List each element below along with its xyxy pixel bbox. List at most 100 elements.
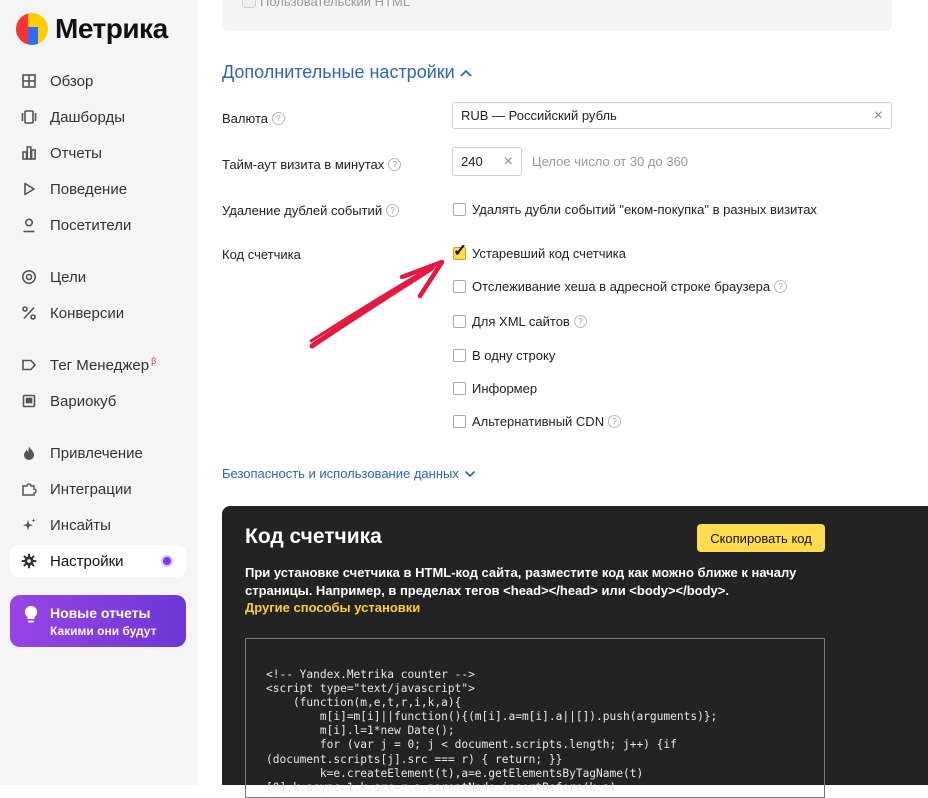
- section-title: Дополнительные настройки: [222, 62, 455, 82]
- cube-icon: [21, 393, 37, 409]
- dedup-checkbox[interactable]: [453, 203, 466, 216]
- chevron-down-icon: [464, 470, 475, 477]
- sidebar-item-label: Цели: [50, 268, 87, 286]
- one-line-checkbox[interactable]: [453, 349, 466, 362]
- sidebar-item-label: Посетители: [50, 216, 132, 234]
- percent-icon: [21, 305, 37, 321]
- dedup-label-text: Удаление дублей событий: [222, 203, 383, 218]
- hash-tracking-option[interactable]: Отслеживание хеша в адресной строке брау…: [453, 279, 788, 294]
- legacy-code-option[interactable]: ✓ Устаревший код счетчика: [453, 241, 626, 261]
- grid-icon: [21, 73, 37, 89]
- new-reports-promo[interactable]: Новые отчеты Какими они будут: [10, 595, 186, 647]
- security-data-toggle[interactable]: Безопасность и использование данных: [222, 466, 476, 481]
- counter-code-label: Код счетчика: [222, 247, 301, 262]
- promo-subtitle: Какими они будут: [50, 624, 157, 638]
- alt-cdn-option[interactable]: Альтернативный CDN ?: [453, 414, 622, 429]
- tag-manager-label: Тег Менеджер: [50, 357, 150, 374]
- previous-settings-block: Пользовательский HTML: [222, 0, 892, 31]
- help-icon[interactable]: ?: [386, 204, 400, 217]
- currency-label-text: Валюта: [222, 111, 268, 126]
- sidebar-item-conversions[interactable]: Конверсии: [10, 297, 186, 329]
- clear-icon[interactable]: ×: [504, 153, 513, 171]
- clear-icon[interactable]: ×: [874, 107, 883, 125]
- option-label: Отслеживание хеша в адресной строке брау…: [472, 279, 771, 294]
- brand-name: Метрика: [55, 13, 168, 44]
- tag-icon: [21, 357, 37, 373]
- legacy-code-checkbox[interactable]: ✓: [453, 241, 467, 260]
- option-label: Альтернативный CDN: [472, 414, 605, 429]
- custom-html-checkbox[interactable]: [242, 0, 256, 8]
- brand-logo[interactable]: Метрика: [16, 13, 168, 45]
- sidebar-item-label: Дашборды: [50, 108, 125, 126]
- sidebar-item-settings[interactable]: Настройки: [10, 545, 186, 577]
- currency-select[interactable]: RUB — Российский рубль ×: [452, 102, 892, 129]
- dedup-label: Удаление дублей событий?: [222, 203, 400, 218]
- additional-settings-toggle[interactable]: Дополнительные настройки: [222, 62, 473, 83]
- sidebar-item-insights[interactable]: Инсайты: [10, 509, 186, 541]
- metrika-logo-icon: [16, 13, 48, 45]
- chevron-up-icon: [460, 69, 472, 77]
- sidebar-item-label: Инсайты: [50, 516, 111, 534]
- sidebar-item-reports[interactable]: Отчеты: [10, 137, 186, 169]
- sidebar-item-acquisition[interactable]: Привлечение: [10, 437, 186, 469]
- bar-chart-icon: [21, 145, 37, 161]
- sidebar-item-label: Поведение: [50, 180, 128, 198]
- sidebar-item-behavior[interactable]: Поведение: [10, 173, 186, 205]
- custom-html-label: Пользовательский HTML: [260, 0, 411, 9]
- dedup-option[interactable]: Удалять дубли событий "еком-покупка" в р…: [453, 202, 817, 217]
- sidebar-item-label: Конверсии: [50, 304, 125, 322]
- flame-icon: [21, 445, 37, 461]
- xml-sites-checkbox[interactable]: [453, 315, 466, 328]
- timeout-hint: Целое число от 30 до 360: [532, 154, 689, 169]
- sparkle-icon: [21, 517, 37, 533]
- code-snippet: <!-- Yandex.Metrika counter --> <script …: [266, 668, 718, 794]
- sidebar: Метрика Обзор Дашборды Отчеты Поведение …: [0, 0, 198, 785]
- timeout-label-text: Тайм-аут визита в минутах: [222, 157, 385, 172]
- sidebar-item-label: Привлечение: [50, 444, 143, 462]
- timeout-input[interactable]: 240 ×: [452, 147, 522, 176]
- sidebar-item-overview[interactable]: Обзор: [10, 65, 186, 97]
- help-icon[interactable]: ?: [573, 315, 587, 328]
- option-label: В одну строку: [472, 348, 556, 363]
- beta-badge: β: [151, 356, 157, 366]
- checkmark-icon: ✓: [453, 241, 468, 260]
- sidebar-item-label: Интеграции: [50, 480, 132, 498]
- other-install-methods-link[interactable]: Другие способы установки: [245, 600, 420, 615]
- gear-icon: [21, 553, 37, 569]
- sidebar-item-label: Настройки: [50, 552, 124, 570]
- sidebar-item-integrations[interactable]: Интеграции: [10, 473, 186, 505]
- timeout-value: 240: [461, 154, 483, 169]
- hash-tracking-checkbox[interactable]: [453, 280, 466, 293]
- sidebar-item-goals[interactable]: Цели: [10, 261, 186, 293]
- lightbulb-icon: [24, 605, 38, 623]
- informer-option[interactable]: Информер: [453, 381, 537, 396]
- dashboards-icon: [21, 109, 37, 125]
- sidebar-item-label: Вариокуб: [50, 392, 117, 410]
- sidebar-item-visitors[interactable]: Посетители: [10, 209, 186, 241]
- currency-value: RUB — Российский рубль: [461, 108, 617, 123]
- sidebar-item-label: Обзор: [50, 72, 94, 90]
- option-label: Информер: [472, 381, 538, 396]
- option-label: Для XML сайтов: [472, 314, 570, 329]
- help-icon[interactable]: ?: [388, 158, 402, 171]
- sidebar-item-dashboards[interactable]: Дашборды: [10, 101, 186, 133]
- install-description: При установке счетчика в HTML-код сайта,…: [245, 565, 797, 598]
- option-label: Устаревший код счетчика: [472, 246, 626, 261]
- user-icon: [21, 217, 37, 233]
- sidebar-item-tag-manager[interactable]: Тег Менеджер β: [10, 349, 186, 381]
- promo-title: Новые отчеты: [50, 605, 151, 621]
- alt-cdn-checkbox[interactable]: [453, 415, 466, 428]
- xml-sites-option[interactable]: Для XML сайтов ?: [453, 314, 587, 329]
- notification-dot: [161, 555, 173, 567]
- help-icon[interactable]: ?: [608, 415, 622, 428]
- sidebar-item-variocube[interactable]: Вариокуб: [10, 385, 186, 417]
- copy-code-button[interactable]: Скопировать код: [697, 524, 825, 552]
- sidebar-item-label: Тег Менеджер β: [50, 356, 156, 374]
- code-snippet-box[interactable]: <!-- Yandex.Metrika counter --> <script …: [245, 638, 825, 798]
- counter-code-panel: Код счетчика Скопировать код При установ…: [222, 506, 928, 798]
- puzzle-icon: [21, 481, 37, 497]
- one-line-option[interactable]: В одну строку: [453, 348, 555, 363]
- help-icon[interactable]: ?: [774, 280, 788, 293]
- informer-checkbox[interactable]: [453, 382, 466, 395]
- help-icon[interactable]: ?: [272, 112, 285, 125]
